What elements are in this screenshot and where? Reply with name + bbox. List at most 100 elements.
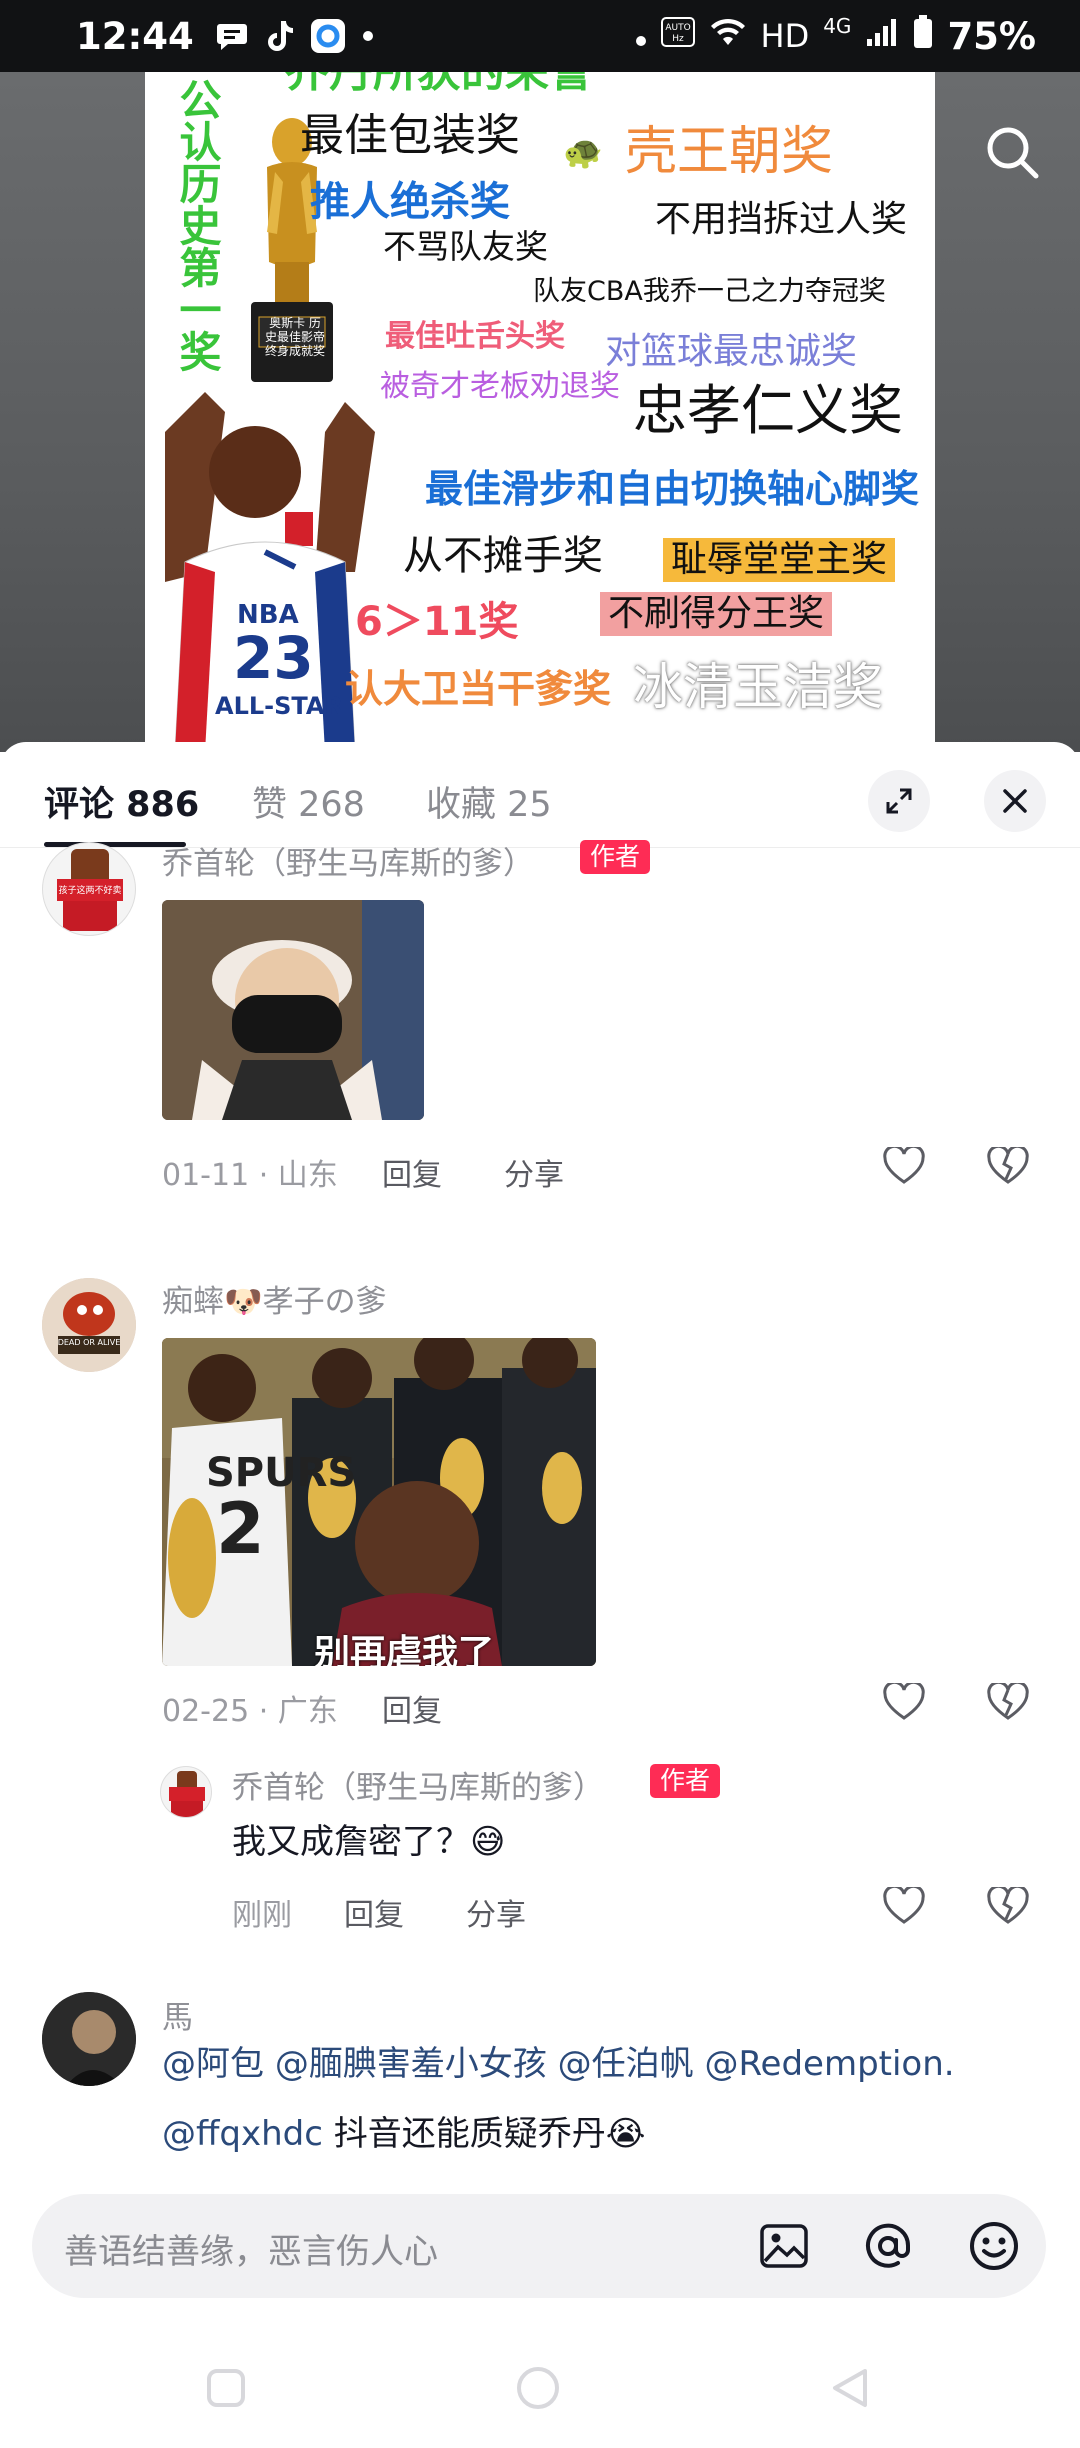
comment-text: 抖音还能质疑乔丹😭 (322, 2114, 646, 2154)
mention-link[interactable]: @ffqxhdc (162, 2114, 323, 2154)
reply-username[interactable]: 乔首轮（野生马库斯的爹） (232, 1762, 604, 1807)
wifi-icon (709, 17, 747, 55)
avatar[interactable] (42, 1992, 136, 2086)
comment-username[interactable]: 乔首轮（野生马库斯的爹） (162, 838, 534, 883)
search-button[interactable] (972, 112, 1052, 192)
comment-username[interactable]: 痴蟀🐶孝子の爹 (162, 1276, 387, 1321)
award-item: 不用挡拆过人奖 (655, 199, 908, 240)
like-button[interactable] (880, 1142, 928, 1190)
media-blur-left (0, 72, 145, 752)
award-item: 对篮球最忠诚奖 (605, 331, 858, 372)
expand-icon (886, 788, 912, 814)
award-item: 认大卫当干爹奖 (345, 667, 612, 711)
author-badge: 作者 (580, 840, 651, 874)
svg-text:AUTO: AUTO (665, 23, 690, 33)
auto-hz-icon: AUTO Hz (660, 17, 695, 55)
comment-item: 馬 @阿包 @腼腆害羞小女孩 @任泊帆 @Redemption. @ffqxhd… (0, 1992, 1080, 2202)
message-icon (216, 21, 248, 51)
tab-favorites[interactable]: 收藏 25 (426, 776, 552, 827)
poster-side-text: 公认历史第一奖 (173, 78, 222, 372)
tab-comments[interactable]: 评论 886 (44, 776, 199, 827)
share-button[interactable]: 分享 (504, 1150, 564, 1194)
heart-icon (883, 1887, 925, 1924)
tiktok-icon (264, 19, 294, 53)
poster-header: 乔丹所获的荣誉 (285, 72, 593, 94)
broken-heart-icon (987, 1887, 1029, 1924)
comment-item: DEAD OR ALIVE 痴蟀🐶孝子の爹 SPURS 2 别再虐我了 02-2… (0, 1278, 1080, 1738)
mention-link[interactable]: @腼腆害羞小女孩 (275, 2044, 547, 2084)
mention-link[interactable]: @阿包 (162, 2044, 264, 2084)
award-item: 6＞11奖 (355, 599, 519, 645)
mention-link[interactable]: @Redemption. (704, 2044, 954, 2084)
svg-text:Hz: Hz (672, 34, 684, 44)
trophy-plate-text: 奥斯卡 历史最佳影帝 终身成就奖 (265, 316, 326, 358)
like-button[interactable] (880, 1678, 928, 1726)
jersey-number: 2 (216, 1488, 265, 1570)
mention-button[interactable] (860, 2218, 916, 2274)
reply-button[interactable]: 回复 (382, 1150, 442, 1194)
recents-icon (207, 2369, 245, 2407)
meme-poster: 乔丹所获的荣誉 公认历史第一奖 奥斯卡 历史最佳影帝 终身成就奖 (145, 72, 935, 752)
dislike-button[interactable] (984, 1882, 1032, 1930)
broken-heart-icon (987, 1147, 1029, 1184)
share-button[interactable]: 分享 (466, 1890, 526, 1934)
avatar-text: DEAD OR ALIVE (57, 1338, 121, 1347)
comment-tabs: 评论 886 赞 268 收藏 25 (0, 742, 1080, 848)
award-item: 冰清玉洁奖 (633, 658, 883, 716)
mention-link[interactable]: @任泊帆 (558, 2044, 694, 2084)
comment-date-location: 01-11 · 山东 (162, 1158, 338, 1193)
like-button[interactable] (880, 1882, 928, 1930)
expand-button[interactable] (868, 770, 930, 832)
avatar[interactable] (160, 1766, 212, 1818)
close-icon (1003, 789, 1027, 813)
avatar[interactable]: 孩子这两不好卖 (42, 842, 136, 936)
clock: 12:44 (76, 14, 194, 58)
award-item: 推人绝杀奖 (310, 179, 510, 225)
award-item: 最佳包装奖 (300, 110, 520, 161)
reply-time: 刚刚 (232, 1898, 292, 1933)
award-item: 队友CBA我乔一己之力夺冠奖 (533, 276, 886, 307)
close-button[interactable] (984, 770, 1046, 832)
comment-text-line2: @ffqxhdc 抖音还能质疑乔丹😭 (162, 2112, 646, 2158)
battery-icon (913, 15, 933, 57)
jersey-number: 23 (233, 624, 314, 692)
comment-username[interactable]: 馬 (162, 1992, 193, 2037)
award-item: 壳王朝奖 (625, 122, 834, 182)
recents-button[interactable] (196, 2358, 256, 2418)
award-item: 被奇才老板劝退奖 (380, 369, 620, 404)
tab-likes[interactable]: 赞 268 (252, 776, 365, 827)
at-icon (866, 2223, 911, 2268)
reply-text: 我又成詹密了？😅 (232, 1822, 506, 1862)
dot-icon (362, 30, 374, 42)
dislike-button[interactable] (984, 1142, 1032, 1190)
avatar[interactable]: DEAD OR ALIVE (42, 1278, 136, 1372)
image-icon (760, 2224, 808, 2268)
dislike-button[interactable] (984, 1678, 1032, 1726)
award-item: 最佳滑步和自由切换轴心脚奖 (425, 467, 920, 511)
comment-input-placeholder: 善语结善缘，恶言伤人心 (64, 2232, 438, 2272)
avatar-text: 孩子这两不好卖 (58, 886, 122, 896)
media-viewer[interactable]: 乔丹所获的荣誉 公认历史第一奖 奥斯卡 历史最佳影帝 终身成就奖 (0, 72, 1080, 752)
image-picker-button[interactable] (756, 2218, 812, 2274)
award-item: 忠孝仁义奖 (633, 379, 903, 442)
jersey-text: ALL-STAR (215, 692, 343, 720)
award-item: 不刷得分王奖 (600, 592, 833, 636)
home-icon (517, 2367, 559, 2409)
heart-icon (883, 1683, 925, 1720)
back-button[interactable] (820, 2358, 880, 2418)
comment-date-location: 02-25 · 广东 (162, 1694, 338, 1729)
comment-input[interactable]: 善语结善缘，恶言伤人心 (32, 2194, 1046, 2298)
comment-image[interactable] (162, 900, 424, 1120)
award-item: 从不摊手奖 (403, 533, 603, 579)
comment-text-line1: @阿包 @腼腆害羞小女孩 @任泊帆 @Redemption. (162, 2042, 955, 2088)
comment-image[interactable]: SPURS 2 别再虐我了 (162, 1338, 596, 1666)
reply-button[interactable]: 回复 (344, 1890, 404, 1934)
reply-button[interactable]: 回复 (382, 1686, 442, 1730)
home-button[interactable] (508, 2358, 568, 2418)
reply-item: 乔首轮（野生马库斯的爹） 作者 我又成詹密了？😅 刚刚 回复 分享 (0, 1764, 1080, 1966)
comment-item: 孩子这两不好卖 乔首轮（野生马库斯的爹） 作者 01-11 · 山东 回复 分享 (0, 840, 1080, 1302)
broken-heart-icon (987, 1683, 1029, 1720)
emoji-button[interactable] (966, 2218, 1022, 2274)
emoji-icon (970, 2222, 1018, 2270)
image-caption: 别再虐我了 (314, 1633, 495, 1666)
